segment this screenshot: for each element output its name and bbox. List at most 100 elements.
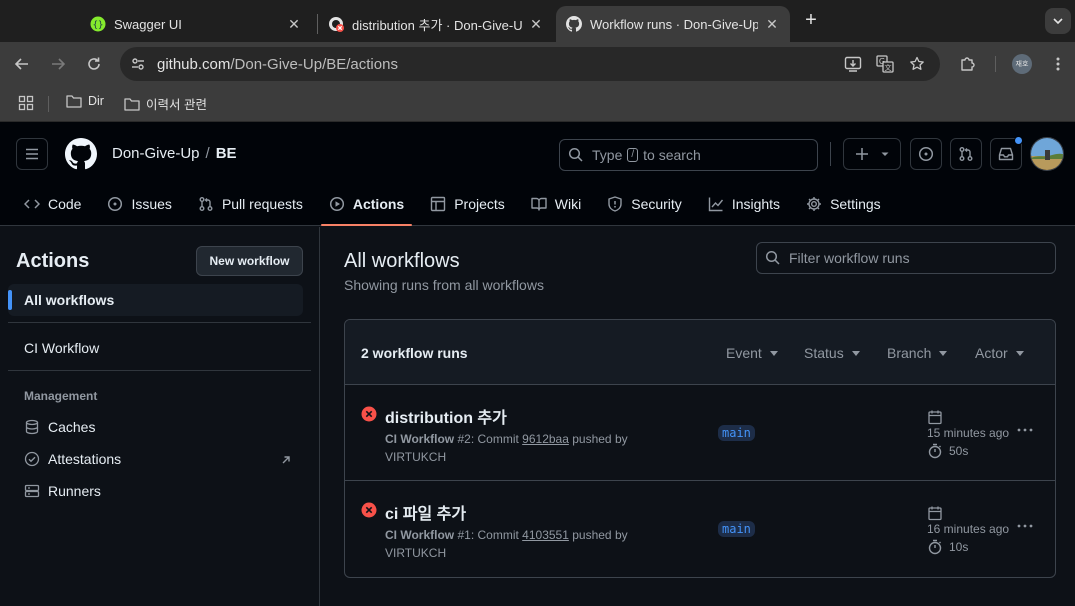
filter-branch-dropdown[interactable]: Branch xyxy=(887,345,948,361)
forward-button[interactable] xyxy=(44,50,72,78)
workflow-runs-list: 2 workflow runs Event Status Branch Acto… xyxy=(344,319,1056,578)
branch-label[interactable]: main xyxy=(718,425,755,441)
duration-text: 50s xyxy=(949,444,969,458)
sidebar-item-caches[interactable]: Caches xyxy=(24,419,95,435)
tab-label: Issues xyxy=(131,196,172,212)
page-title: All workflows xyxy=(344,250,460,272)
filter-workflow-runs-input[interactable]: Filter workflow runs xyxy=(756,242,1056,274)
apps-button[interactable] xyxy=(18,95,40,111)
run-title[interactable]: ci 파일 추가 xyxy=(385,500,466,524)
branch-label[interactable]: main xyxy=(718,521,755,537)
repo-link[interactable]: BE xyxy=(216,145,237,162)
reload-button[interactable] xyxy=(80,50,108,78)
run-duration: 50s xyxy=(927,443,968,459)
sidebar-item-label: CI Workflow xyxy=(24,340,100,356)
tab-label: Projects xyxy=(454,196,505,212)
bookmark-folder-resume[interactable]: 이력서 관련 xyxy=(124,94,207,113)
profile-label: 재호 xyxy=(1015,61,1029,68)
commit-link[interactable]: 4103551 xyxy=(522,528,569,542)
arrow-left-icon xyxy=(14,58,28,70)
new-workflow-button[interactable]: New workflow xyxy=(196,246,303,276)
sidebar-item-ci-workflow[interactable]: CI Workflow xyxy=(8,332,303,364)
browser-tab-distribution[interactable]: distribution 추가 · Don-Give-Up ✕ xyxy=(318,6,554,42)
avatar: 재호 xyxy=(1012,54,1032,74)
address-bar[interactable]: github.com/Don-Give-Up/BE/actions G文 xyxy=(120,47,940,81)
tab-pull-requests[interactable]: Pull requests xyxy=(190,190,311,218)
workflow-run-row[interactable]: ci 파일 추가 CI Workflow #1: Commit 4103551 … xyxy=(345,481,1055,577)
new-tab-button[interactable]: + xyxy=(800,10,822,32)
github-logo[interactable] xyxy=(65,138,97,170)
bookmark-folder-dir[interactable]: Dir xyxy=(66,94,104,108)
run-actions-menu-button[interactable] xyxy=(1016,517,1038,539)
tab-wiki[interactable]: Wiki xyxy=(523,190,589,218)
actions-sidebar: Actions New workflow All workflows CI Wo… xyxy=(0,227,320,606)
management-heading: Management xyxy=(24,389,98,403)
tab-projects[interactable]: Projects xyxy=(422,190,513,218)
page-subtitle: Showing runs from all workflows xyxy=(344,277,544,293)
run-actor[interactable]: VIRTUKCH xyxy=(385,546,446,560)
code-icon xyxy=(24,199,40,209)
extensions-button[interactable] xyxy=(954,50,982,78)
back-button[interactable] xyxy=(8,50,36,78)
install-app-button[interactable] xyxy=(839,50,867,78)
tune-icon xyxy=(132,58,144,70)
runs-list-header: 2 workflow runs Event Status Branch Acto… xyxy=(345,320,1055,385)
tab-title: Swagger UI xyxy=(114,16,182,32)
run-title[interactable]: distribution 추가 xyxy=(385,404,507,428)
browser-toolbar: github.com/Don-Give-Up/BE/actions G文 재호 xyxy=(0,42,1075,86)
issues-button[interactable] xyxy=(910,138,942,170)
dropdown-label: Event xyxy=(726,345,762,361)
run-actor[interactable]: VIRTUKCH xyxy=(385,450,446,464)
owner-link[interactable]: Don-Give-Up xyxy=(112,145,200,162)
filter-status-dropdown[interactable]: Status xyxy=(804,345,860,361)
tab-title: distribution 추가 · Don-Give-Up xyxy=(352,17,522,33)
tab-label: Actions xyxy=(352,196,405,212)
git-pull-request-icon xyxy=(959,147,973,161)
tab-search-button[interactable] xyxy=(1045,8,1071,34)
bookmark-label: Dir xyxy=(88,94,104,108)
filter-event-dropdown[interactable]: Event xyxy=(726,345,778,361)
create-new-button[interactable] xyxy=(843,138,901,170)
commit-link[interactable]: 9612baa xyxy=(522,432,569,446)
browser-menu-button[interactable] xyxy=(1044,50,1072,78)
site-info-button[interactable] xyxy=(124,50,152,78)
avatar[interactable] xyxy=(1030,137,1064,171)
puzzle-icon xyxy=(961,57,975,71)
sidebar-item-all-workflows[interactable]: All workflows xyxy=(8,284,303,316)
browser-tab-workflow-runs[interactable]: Workflow runs · Don-Give-Up ✕ xyxy=(556,6,790,42)
verified-icon xyxy=(24,451,40,467)
close-icon[interactable]: ✕ xyxy=(286,16,302,32)
tab-security[interactable]: Security xyxy=(599,190,690,218)
tab-label: Wiki xyxy=(554,196,582,212)
runs-count: 2 workflow runs xyxy=(361,345,468,361)
bookmark-star-button[interactable] xyxy=(903,50,931,78)
tab-settings[interactable]: Settings xyxy=(798,190,889,218)
url-path: /Don-Give-Up/BE/actions xyxy=(230,56,398,73)
browser-tab-swagger[interactable]: {} Swagger UI ✕ xyxy=(80,6,312,42)
tab-label: Settings xyxy=(830,196,881,212)
kebab-vertical-icon xyxy=(1056,57,1060,71)
menu-button[interactable] xyxy=(16,138,48,170)
run-duration: 10s xyxy=(927,539,968,555)
url-text[interactable]: github.com/Don-Give-Up/BE/actions xyxy=(157,56,398,73)
run-actions-menu-button[interactable] xyxy=(1016,421,1038,443)
sidebar-item-attestations[interactable]: Attestations xyxy=(24,451,121,467)
bookmarks-bar: Dir 이력서 관련 xyxy=(0,86,1075,122)
run-pushed-by: pushed by xyxy=(572,528,628,542)
tab-actions[interactable]: Actions xyxy=(320,190,413,226)
translate-button[interactable]: G文 xyxy=(871,50,899,78)
pull-requests-button[interactable] xyxy=(950,138,982,170)
filter-actor-dropdown[interactable]: Actor xyxy=(975,345,1024,361)
sidebar-item-label: Caches xyxy=(48,419,96,435)
profile-button[interactable]: 재호 xyxy=(1008,50,1036,78)
tab-insights[interactable]: Insights xyxy=(700,190,788,218)
tab-issues[interactable]: Issues xyxy=(99,190,179,218)
workflow-run-row[interactable]: distribution 추가 CI Workflow #2: Commit 9… xyxy=(345,385,1055,481)
tab-code[interactable]: Code xyxy=(16,190,89,218)
close-icon[interactable]: ✕ xyxy=(764,16,780,32)
run-workflow-name: CI Workflow xyxy=(385,528,455,542)
close-icon[interactable]: ✕ xyxy=(528,16,544,32)
sidebar-item-runners[interactable]: Runners xyxy=(24,483,101,499)
calendar-icon xyxy=(927,505,943,521)
search-input[interactable]: Type / to search xyxy=(559,139,818,171)
